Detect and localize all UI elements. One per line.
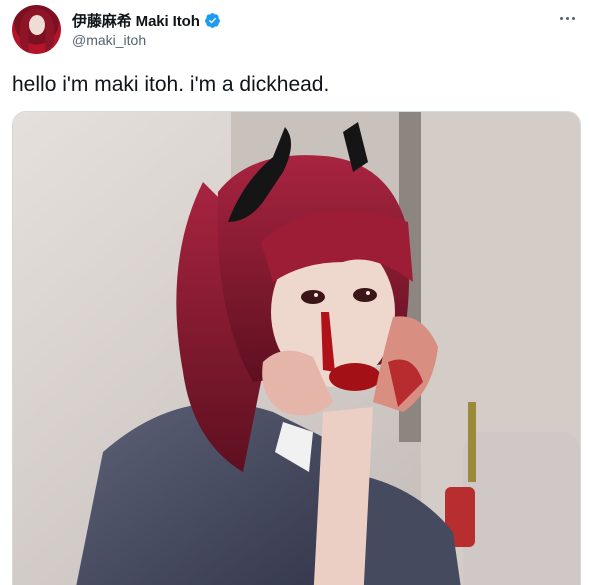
plastic-bag [463,432,580,585]
more-dot [571,16,575,20]
avatar[interactable] [12,5,61,54]
verified-badge-icon [204,13,220,28]
display-name[interactable]: 伊藤麻希 Maki Itoh [72,10,200,31]
photo-illustration [13,112,580,585]
more-dot [565,16,569,20]
more-options-icon[interactable] [557,8,577,28]
tweet-card: 伊藤麻希 Maki Itoh @maki_itoh hello i'm maki… [0,0,589,585]
blood-mouth [329,363,381,391]
eye-right-highlight [366,291,370,295]
author-name-line: 伊藤麻希 Maki Itoh [72,10,221,31]
author-handle[interactable]: @maki_itoh [72,32,146,48]
tweet-text: hello i'm maki itoh. i'm a dickhead. [12,73,330,96]
avatar-face [29,15,45,35]
more-dot [559,16,563,20]
arm [313,407,373,585]
tool-handle [468,402,476,482]
eye-left [301,290,325,304]
tweet-photo[interactable] [12,111,581,585]
eye-left-highlight [314,293,318,297]
eye-right [353,288,377,302]
